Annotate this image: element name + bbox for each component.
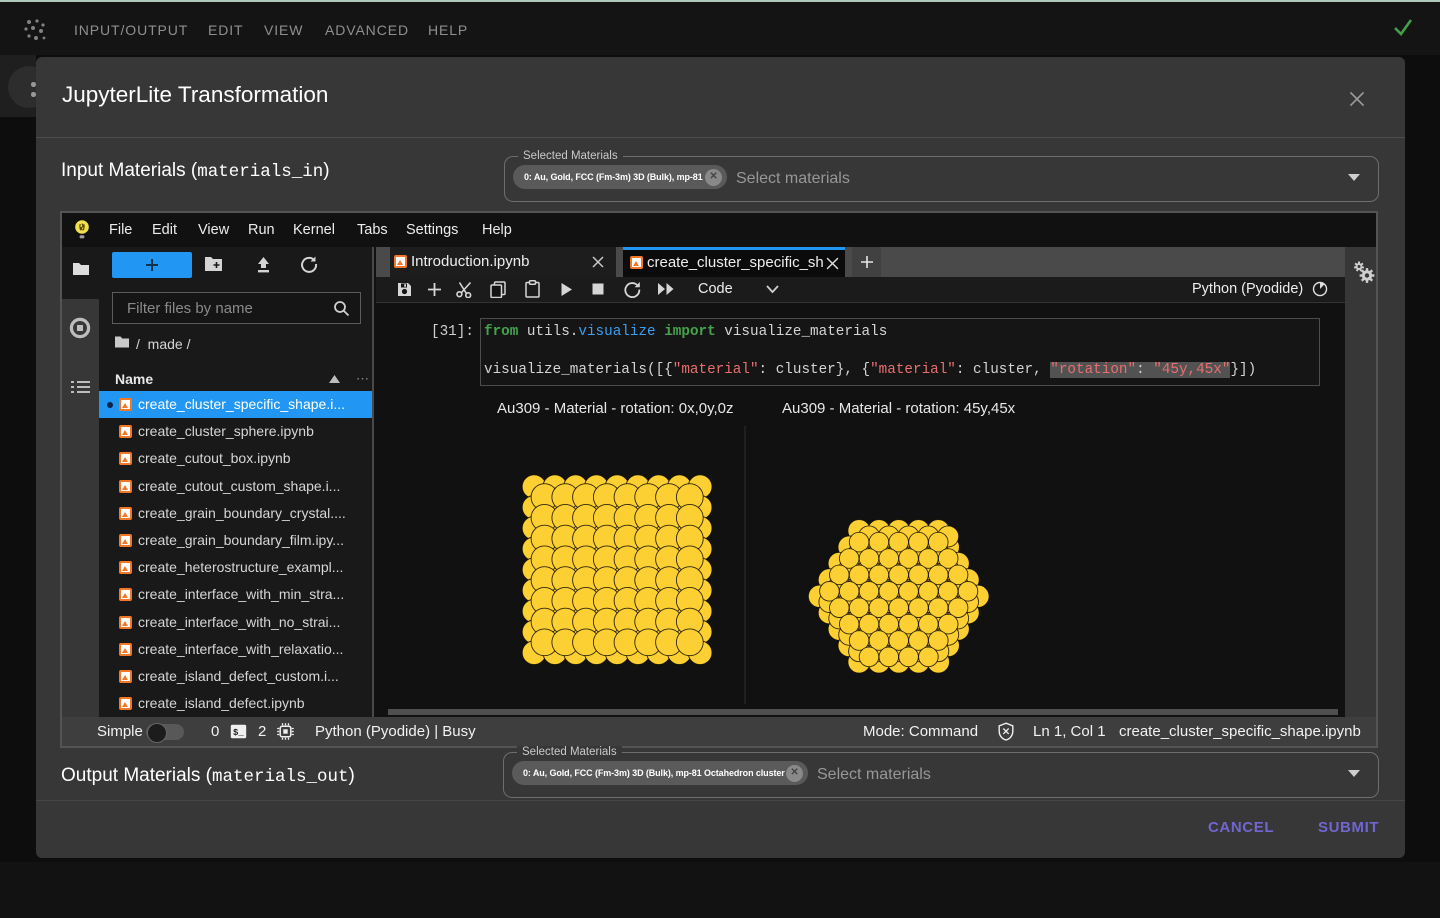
svg-text:$_: $_	[233, 728, 244, 738]
